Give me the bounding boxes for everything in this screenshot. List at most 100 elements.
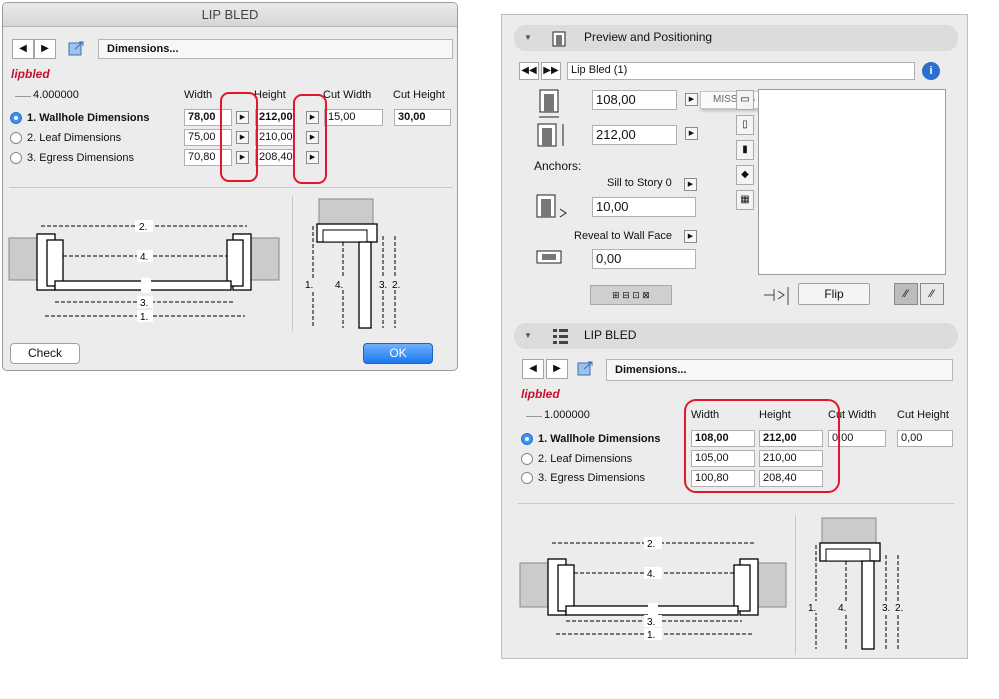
dim2-label-3: 3. bbox=[647, 617, 655, 628]
page-list-icon-2[interactable] bbox=[574, 360, 598, 378]
settings-panel: ▼ Preview and Positioning ◀◀ ▶▶ Lip Bled… bbox=[501, 14, 968, 659]
dim-label-1: 1. bbox=[140, 312, 148, 323]
vdim2-label-2: 2. bbox=[895, 603, 903, 614]
collapse-triangle-icon[interactable]: ▼ bbox=[524, 33, 532, 42]
lipbled-section-title: LIP BLED bbox=[584, 328, 637, 342]
egress-label: 3. Egress Dimensions bbox=[27, 152, 134, 164]
wallhole-label-2: 1. Wallhole Dimensions bbox=[538, 433, 661, 445]
object-name-field[interactable]: Lip Bled (1) bbox=[567, 62, 915, 80]
collapse-triangle-icon-2[interactable]: ▼ bbox=[524, 331, 532, 340]
prev-page-button-2[interactable]: ◀ bbox=[522, 359, 544, 379]
leaf-radio[interactable] bbox=[10, 132, 22, 144]
page-list-icon[interactable] bbox=[65, 40, 89, 58]
height-field[interactable]: 212,00 bbox=[592, 125, 677, 145]
sill-menu-arrow[interactable]: ▶ bbox=[684, 178, 697, 191]
dimensions-highlight bbox=[684, 399, 840, 493]
reveal-label: Reveal to Wall Face bbox=[574, 230, 673, 242]
plan-diagram-2: 2. 4. 3. 1. bbox=[519, 537, 787, 641]
info-icon[interactable]: i bbox=[922, 62, 940, 80]
height-header: Height bbox=[254, 89, 286, 101]
flip-button[interactable]: Flip bbox=[798, 283, 870, 305]
diagram-divider bbox=[292, 196, 293, 331]
height-arrows-highlight bbox=[293, 94, 327, 184]
leaf-label: 2. Leaf Dimensions bbox=[27, 132, 122, 144]
width-header: Width bbox=[184, 89, 213, 101]
prev-page-button[interactable]: ◀ bbox=[12, 39, 34, 59]
view-toggle-buttons[interactable]: ⊞ ⊟ ⊡ ⊠ bbox=[590, 285, 672, 305]
egress-height-field[interactable]: 208,40 bbox=[255, 149, 295, 166]
vdim-label-1: 1. bbox=[305, 280, 313, 291]
dim2-label-1: 1. bbox=[647, 630, 655, 641]
lipbled-section-header[interactable]: ▼ LIP BLED bbox=[514, 323, 958, 349]
page-selector-2[interactable]: Dimensions... bbox=[606, 359, 953, 381]
last-object-button[interactable]: ▶▶ bbox=[541, 62, 561, 80]
lip-bled-dialog: LIP BLED ◀ ▶ Dimensions... lipbled 4.000… bbox=[2, 2, 458, 371]
vdim2-label-4: 4. bbox=[838, 603, 846, 614]
dim2-label-4: 4. bbox=[647, 569, 655, 580]
preview-section-title: Preview and Positioning bbox=[584, 30, 713, 44]
width-arrows-highlight bbox=[220, 92, 258, 182]
ok-button[interactable]: OK bbox=[363, 343, 433, 364]
sill-icon bbox=[536, 194, 567, 218]
cut-width-field[interactable]: 15,00 bbox=[324, 109, 383, 126]
sill-label: Sill to Story 0 bbox=[607, 177, 672, 189]
vdim-label-3: 3. bbox=[379, 280, 387, 291]
vdim2-label-1: 1. bbox=[808, 603, 816, 614]
preview-tool-4[interactable]: ◆ bbox=[736, 165, 754, 185]
wallhole-height-field[interactable]: 212,00 bbox=[255, 109, 295, 126]
leaf-height-field[interactable]: 210,00 bbox=[255, 129, 295, 146]
divider-2 bbox=[518, 503, 954, 504]
vdim-label-2: 2. bbox=[392, 280, 400, 291]
dim-label-3: 3. bbox=[140, 298, 148, 309]
cut-height-header-2: Cut Height bbox=[897, 409, 949, 421]
dim2-label-2: 2. bbox=[647, 539, 655, 550]
height-menu-arrow[interactable]: ▶ bbox=[685, 127, 698, 140]
height-icon bbox=[537, 123, 564, 147]
page-selector[interactable]: Dimensions... bbox=[98, 39, 453, 59]
egress-radio[interactable] bbox=[10, 152, 22, 164]
first-object-button[interactable]: ◀◀ bbox=[519, 62, 539, 80]
wallhole-radio-2[interactable] bbox=[521, 433, 533, 445]
anchors-label: Anchors: bbox=[534, 159, 582, 173]
mirror-icon bbox=[764, 287, 789, 305]
preview-tool-3[interactable]: ▮ bbox=[736, 140, 754, 160]
section-diagram: 1. 4. 3. 2. bbox=[303, 198, 405, 329]
lipbled-logo-2: lipbled bbox=[521, 387, 560, 401]
wallhole-radio[interactable] bbox=[10, 112, 22, 124]
egress-radio-2[interactable] bbox=[521, 472, 533, 484]
preview-area[interactable] bbox=[758, 89, 946, 275]
width-field[interactable]: 108,00 bbox=[592, 90, 677, 110]
vdim-label-4: 4. bbox=[335, 280, 343, 291]
next-page-button[interactable]: ▶ bbox=[34, 39, 56, 59]
dim-label-2: 2. bbox=[139, 222, 147, 233]
width-icon bbox=[539, 89, 559, 118]
width-menu-arrow[interactable]: ▶ bbox=[685, 93, 698, 106]
cut-height-field-2[interactable]: 0,00 bbox=[897, 430, 953, 447]
reveal-menu-arrow[interactable]: ▶ bbox=[684, 230, 697, 243]
leaf-radio-2[interactable] bbox=[521, 453, 533, 465]
cut-height-field[interactable]: 30,00 bbox=[394, 109, 451, 126]
preview-tool-1[interactable]: ▭ bbox=[736, 90, 754, 110]
mirror-left-button[interactable]: ⁄⁄ bbox=[894, 283, 918, 305]
lipbled-logo: lipbled bbox=[11, 67, 50, 81]
scale-value: 4.000000 bbox=[33, 89, 79, 101]
cut-width-header: Cut Width bbox=[323, 89, 372, 101]
mirror-right-button[interactable]: ⁄⁄ bbox=[920, 283, 944, 305]
dim-label-4: 4. bbox=[140, 252, 148, 263]
preview-tool-2[interactable]: ▯ bbox=[736, 115, 754, 135]
preview-section-header[interactable]: ▼ Preview and Positioning bbox=[514, 25, 958, 51]
reveal-icon bbox=[536, 250, 562, 264]
check-button[interactable]: Check bbox=[10, 343, 80, 364]
wallhole-label: 1. Wallhole Dimensions bbox=[27, 112, 150, 124]
vdim2-label-3: 3. bbox=[882, 603, 890, 614]
diagram-divider-2 bbox=[795, 515, 796, 655]
reveal-field[interactable]: 0,00 bbox=[592, 249, 696, 269]
next-page-button-2[interactable]: ▶ bbox=[546, 359, 568, 379]
scale-line bbox=[15, 96, 31, 97]
plan-diagram: 2. 4. 3. 1. bbox=[8, 220, 280, 323]
scale-value-2: 1.000000 bbox=[544, 409, 590, 421]
leaf-label-2: 2. Leaf Dimensions bbox=[538, 453, 633, 465]
preview-tool-5[interactable]: ▦ bbox=[736, 190, 754, 210]
dialog-title: LIP BLED bbox=[3, 3, 457, 27]
sill-field[interactable]: 10,00 bbox=[592, 197, 696, 217]
